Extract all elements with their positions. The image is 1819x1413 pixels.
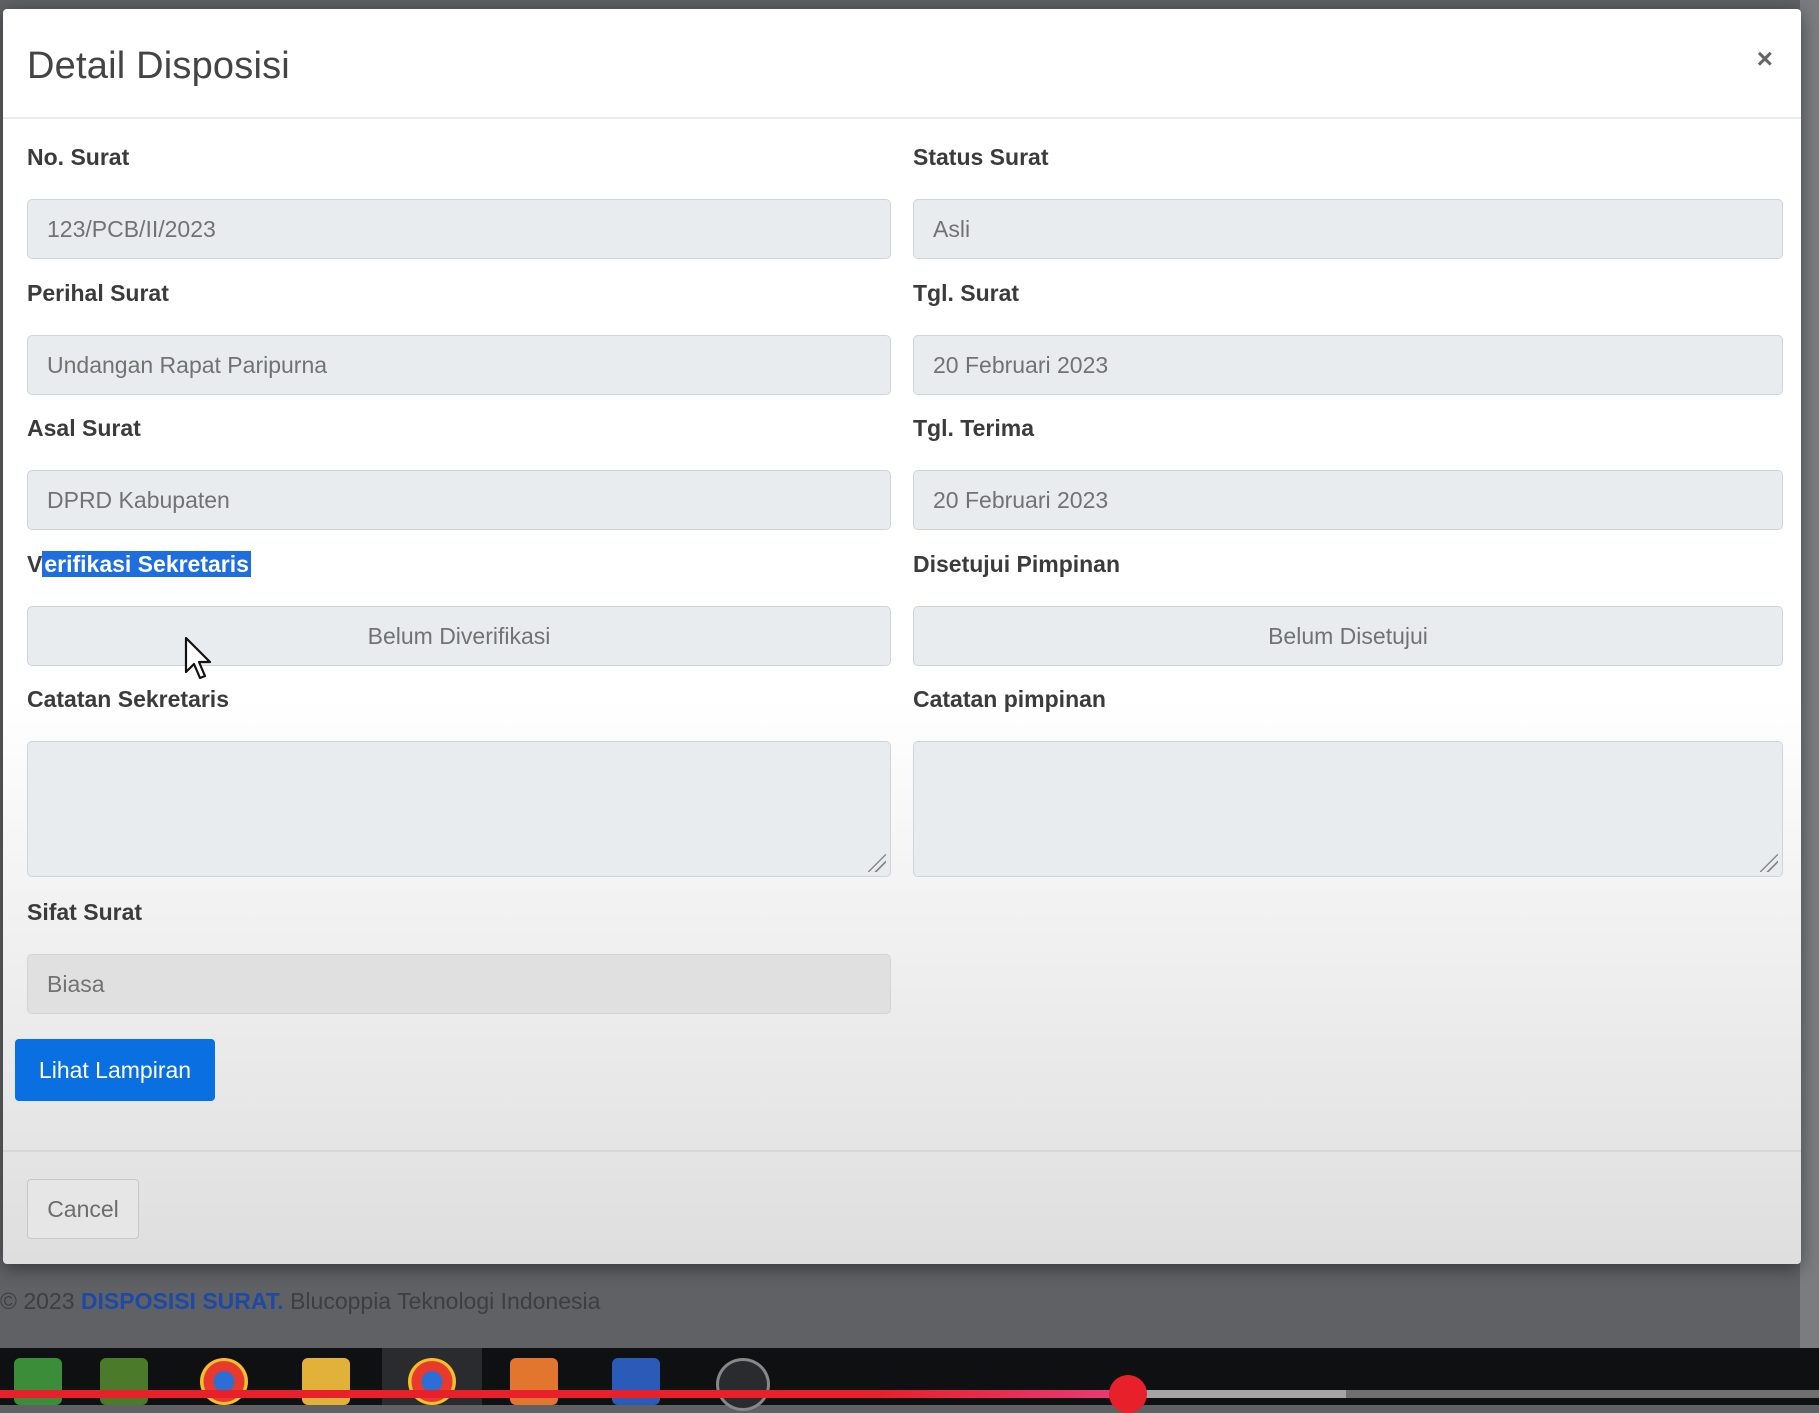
perihal-surat-input[interactable]: Undangan Rapat Paripurna: [27, 335, 891, 395]
tgl-surat-label: Tgl. Surat: [913, 280, 1020, 306]
verifikasi-label-first: V: [27, 551, 43, 577]
field-status-surat: Status Surat Asli: [913, 139, 1783, 259]
field-catatan-pimpinan: Catatan pimpinan: [913, 681, 1783, 877]
disetujui-pimpinan-input[interactable]: Belum Disetujui: [913, 606, 1783, 666]
tgl-terima-label: Tgl. Terima: [913, 415, 1034, 441]
sifat-surat-input[interactable]: Biasa: [27, 954, 891, 1014]
video-progress-played: [0, 1390, 1128, 1398]
field-sifat-surat: Sifat Surat Biasa: [27, 894, 891, 1014]
catatan-sekretaris-textarea[interactable]: [27, 741, 891, 877]
cancel-button[interactable]: Cancel: [27, 1179, 139, 1239]
page-backdrop: [1800, 0, 1819, 1350]
catatan-pimpinan-textarea[interactable]: [913, 741, 1783, 877]
resize-grip-icon[interactable]: [868, 854, 886, 872]
sifat-surat-label: Sifat Surat: [27, 899, 143, 925]
no-surat-label: No. Surat: [27, 144, 130, 170]
field-no-surat: No. Surat 123/PCB/II/2023: [27, 139, 891, 259]
no-surat-input[interactable]: 123/PCB/II/2023: [27, 199, 891, 259]
catatan-pimpinan-label: Catatan pimpinan: [913, 686, 1106, 712]
status-surat-label: Status Surat: [913, 144, 1049, 170]
catatan-sekretaris-label: Catatan Sekretaris: [27, 686, 229, 712]
mouse-cursor-icon: [184, 636, 212, 680]
field-asal-surat: Asal Surat DPRD Kabupaten: [27, 410, 891, 530]
field-perihal-surat: Perihal Surat Undangan Rapat Paripurna: [27, 275, 891, 395]
verifikasi-sekretaris-input[interactable]: Belum Diverifikasi: [27, 606, 891, 666]
tgl-surat-input[interactable]: 20 Februari 2023: [913, 335, 1783, 395]
resize-grip-icon[interactable]: [1760, 854, 1778, 872]
footer-brand-link[interactable]: DISPOSISI SURAT.: [81, 1288, 284, 1314]
modal-footer-divider: [3, 1150, 1801, 1152]
field-tgl-surat: Tgl. Surat 20 Februari 2023: [913, 275, 1783, 395]
modal-title: Detail Disposisi: [27, 45, 290, 87]
asal-surat-input[interactable]: DPRD Kabupaten: [27, 470, 891, 530]
perihal-surat-label: Perihal Surat: [27, 280, 169, 306]
field-tgl-terima: Tgl. Terima 20 Februari 2023: [913, 410, 1783, 530]
detail-disposisi-modal: Detail Disposisi × No. Surat 123/PCB/II/…: [3, 9, 1801, 1264]
close-button[interactable]: ×: [1757, 45, 1773, 73]
asal-surat-label: Asal Surat: [27, 415, 141, 441]
field-catatan-sekretaris: Catatan Sekretaris: [27, 681, 891, 877]
field-verifikasi-sekretaris: Verifikasi Sekretaris Belum Diverifikasi: [27, 546, 891, 666]
video-scrubber-handle[interactable]: [1108, 1375, 1147, 1413]
obs-icon[interactable]: [716, 1358, 770, 1411]
tgl-terima-input[interactable]: 20 Februari 2023: [913, 470, 1783, 530]
status-surat-input[interactable]: Asli: [913, 199, 1783, 259]
footer-company: Blucoppia Teknologi Indonesia: [283, 1288, 601, 1314]
lihat-lampiran-button[interactable]: Lihat Lampiran: [15, 1039, 215, 1101]
footer-copyright: © 2023: [0, 1288, 81, 1314]
disetujui-pimpinan-label: Disetujui Pimpinan: [913, 551, 1121, 577]
field-disetujui-pimpinan: Disetujui Pimpinan Belum Disetujui: [913, 546, 1783, 666]
modal-header: Detail Disposisi ×: [3, 9, 1801, 119]
verifikasi-sekretaris-label: Verifikasi Sekretaris: [27, 546, 891, 582]
verifikasi-label-selected-text: erifikasi Sekretaris: [42, 551, 251, 577]
page-footer: © 2023 DISPOSISI SURAT. Blucoppia Teknol…: [0, 1288, 600, 1315]
